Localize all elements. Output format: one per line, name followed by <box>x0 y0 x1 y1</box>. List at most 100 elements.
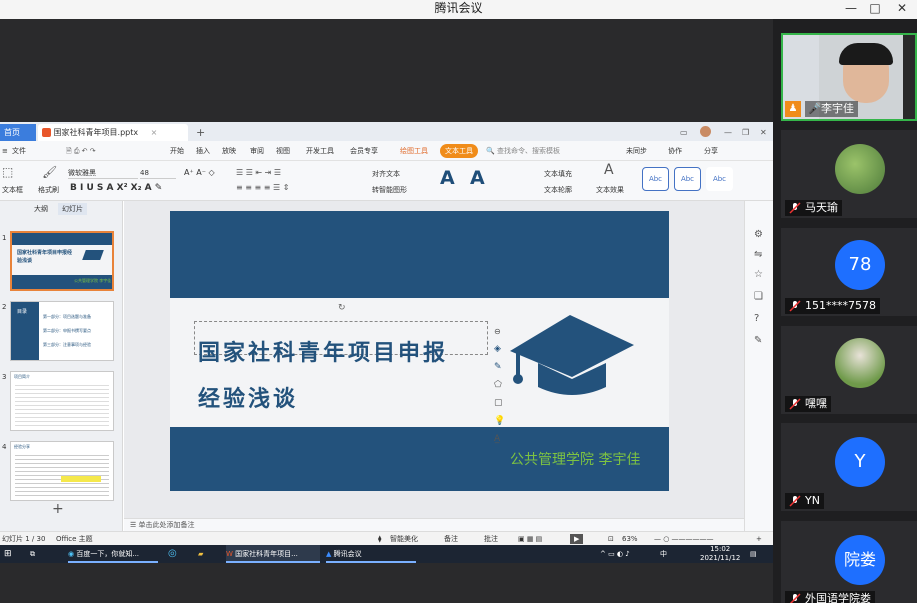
menu-insert[interactable]: 插入 <box>196 144 210 158</box>
slide-1[interactable]: ↻ 国家社科青年项目申报 经验浅谈 ⊖ ◈ ✎ ⬠ ▢ 💡 A̲ 公共管理学院 … <box>170 211 669 491</box>
participant-tile-6[interactable]: 院娄 外国语学院娄 <box>781 521 917 603</box>
menu-text-tools[interactable]: 文本工具 <box>440 144 478 158</box>
list-buttons[interactable]: ☰ ☰ ⇤ ⇥ ☰ <box>236 168 281 178</box>
menu-review[interactable]: 审阅 <box>250 144 264 158</box>
participant-tile-3[interactable]: 78 151****7578 <box>781 228 917 316</box>
shape-style-2[interactable]: Abc <box>674 167 701 191</box>
font-size-select[interactable]: 48 <box>140 168 176 179</box>
help-icon[interactable]: ? <box>754 313 759 324</box>
convert-smartart-button[interactable]: 转智能图形 <box>372 185 407 195</box>
zoom-in-icon[interactable]: + <box>756 533 762 545</box>
bulb-icon[interactable]: 💡 <box>494 416 514 426</box>
play-icon[interactable]: ▶ <box>570 534 584 544</box>
hamburger-icon[interactable]: ≡ <box>2 144 8 158</box>
slide-thumb-4[interactable]: 经验分享 <box>10 441 114 501</box>
windows-start-icon[interactable]: ⊞ <box>4 545 12 563</box>
participant-tile-5[interactable]: Y YN <box>781 423 917 511</box>
copy-icon[interactable]: ❏ <box>754 291 763 302</box>
font-family-select[interactable]: 微软雅黑 <box>68 168 138 179</box>
comments-toggle[interactable]: 批注 <box>484 533 498 545</box>
slide-title-line2[interactable]: 经验浅谈 <box>198 381 298 413</box>
tab-close-icon[interactable]: × <box>151 128 158 137</box>
tray-icons[interactable]: ^ ▭ ◐ ♪ <box>600 545 630 563</box>
text-style-a2[interactable]: A <box>470 167 485 189</box>
taskbar-browser[interactable]: ◉ 百度一下，你就知... <box>68 545 158 563</box>
taskbar-wps[interactable]: W 国家社科青年项目... <box>226 545 320 563</box>
format-brush-icon[interactable]: 🖌 <box>42 166 57 178</box>
menu-devtools[interactable]: 开发工具 <box>306 144 334 158</box>
slide-title-line1[interactable]: 国家社科青年项目申报 <box>198 335 448 367</box>
share-button[interactable]: 分享 <box>704 144 718 158</box>
zoom-slider[interactable]: — ○ —————— <box>654 533 714 545</box>
view-mode-icons[interactable]: ▣ ▦ ▤ <box>518 533 542 545</box>
menu-drawing-tools[interactable]: 绘图工具 <box>400 144 428 158</box>
notes-bar[interactable]: ☰ 单击此处添加备注 <box>124 518 744 531</box>
outline-tab[interactable]: 大纲 <box>34 204 48 214</box>
slide-thumb-1[interactable]: 国家社科青年项目申报经验浅谈 公共管理学院 李宇佳 <box>10 231 114 291</box>
slide-author[interactable]: 公共管理学院 李宇佳 <box>510 449 640 469</box>
wps-close-button[interactable]: ✕ <box>756 124 771 141</box>
minimize-button[interactable]: — <box>844 0 858 19</box>
sync-status[interactable]: 未同步 <box>626 144 647 158</box>
text-style-a1[interactable]: A <box>440 167 455 189</box>
adjust-icon[interactable]: ⇋ <box>754 249 762 260</box>
edit-icon[interactable]: ✎ <box>754 335 762 346</box>
collapse-icon[interactable]: ⊖ <box>494 327 514 336</box>
format-brush-button[interactable]: 格式刷 <box>38 185 59 195</box>
textbox-button[interactable]: 文本框 <box>2 185 23 195</box>
menu-start[interactable]: 开始 <box>170 144 184 158</box>
maximize-button[interactable]: □ <box>868 0 882 19</box>
text-fill-button[interactable]: 文本填充 <box>544 169 572 179</box>
wps-restore-button[interactable]: ❐ <box>738 124 753 141</box>
rotate-handle-icon[interactable]: ↻ <box>338 303 346 313</box>
close-button[interactable]: ✕ <box>895 0 909 19</box>
font-style-buttons[interactable]: B I U S A X² X₂ A ✎ <box>70 183 162 193</box>
app-q-icon[interactable]: ◎ <box>168 545 177 563</box>
new-tab-icon[interactable]: + <box>192 124 209 141</box>
menu-slideshow[interactable]: 放映 <box>222 144 236 158</box>
design-icon[interactable]: ⚙ <box>754 229 763 240</box>
ime-indicator[interactable]: 中 <box>660 545 667 563</box>
participant-tile-4[interactable]: 嘿嘿 <box>781 326 917 414</box>
participant-tile-2[interactable]: 马天瑜 <box>781 130 917 218</box>
layers-icon[interactable]: ◈ <box>494 344 514 354</box>
layout-icon[interactable]: ▭ <box>676 124 692 141</box>
text-format-icon[interactable]: A̲ <box>494 434 514 444</box>
menu-file[interactable]: 文件 <box>12 144 26 158</box>
crop-icon[interactable]: ▢ <box>494 398 514 408</box>
notes-toggle[interactable]: 备注 <box>444 533 458 545</box>
zoom-level[interactable]: 63% <box>622 533 638 545</box>
align-text-button[interactable]: 对齐文本 <box>372 169 400 179</box>
user-avatar-icon[interactable] <box>700 126 711 137</box>
star-icon[interactable]: ☆ <box>754 269 763 280</box>
shape-fill-icon[interactable]: ⬠ <box>494 380 514 390</box>
folder-icon[interactable]: ▰ <box>198 545 203 563</box>
text-outline-button[interactable]: 文本轮廓 <box>544 185 572 195</box>
pen-icon[interactable]: ✎ <box>494 362 514 372</box>
command-search-input[interactable]: 查找命令、搜索模板 <box>497 144 560 158</box>
font-grow-shrink-icons[interactable]: A⁺ A⁻ ◇ <box>184 168 215 178</box>
task-view-icon[interactable]: ⧉ <box>30 545 35 563</box>
shape-style-1[interactable]: Abc <box>642 167 669 191</box>
tab-document[interactable]: 国家社科青年项目.pptx × <box>38 124 188 141</box>
collaborate-button[interactable]: 协作 <box>668 144 682 158</box>
wps-minimize-button[interactable]: — <box>720 124 736 141</box>
shape-style-3[interactable]: Abc <box>706 167 733 191</box>
slide-thumb-2[interactable]: 目录 第一部分：项目选题与准备 第二部分：申报书撰写要点 第三部分：注意事项与经… <box>10 301 114 361</box>
menu-view[interactable]: 视图 <box>276 144 290 158</box>
paragraph-align-buttons[interactable]: ≡ ≡ ≡ ≡ ☰ ⇕ <box>236 183 289 193</box>
notification-icon[interactable]: ▤ <box>750 545 757 563</box>
quick-access-icons[interactable]: 🗎 ⎙ ↶ ↷ <box>66 144 96 158</box>
add-slide-button[interactable]: + <box>52 501 64 517</box>
taskbar-clock[interactable]: 15:02 2021/11/12 <box>700 545 740 563</box>
slides-tab[interactable]: 幻灯片 <box>58 203 87 215</box>
slide-thumb-3[interactable]: 项目简介 <box>10 371 114 431</box>
text-effect-button[interactable]: 文本效果 <box>596 185 624 195</box>
participant-tile-1[interactable]: ♟ 🎤 李宇佳 <box>781 33 917 121</box>
taskbar-meeting[interactable]: ▲ 腾讯会议 <box>326 545 416 563</box>
fit-icon[interactable]: ⊡ <box>608 533 614 545</box>
menu-member[interactable]: 会员专享 <box>350 144 378 158</box>
tab-home[interactable]: 首页 <box>0 124 36 141</box>
textbox-icon[interactable]: ⬚ <box>2 166 13 178</box>
smart-beautify-button[interactable]: 智能美化 <box>390 533 418 545</box>
